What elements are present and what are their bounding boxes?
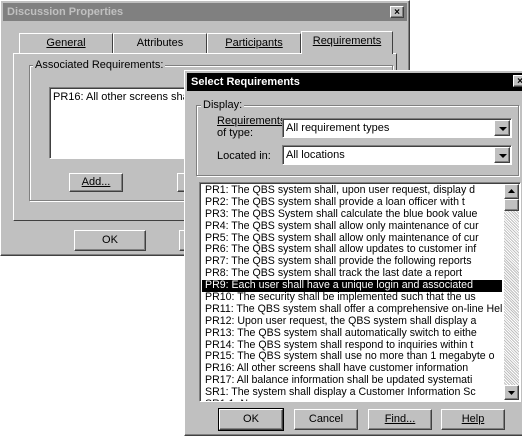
- add-button-label: Add...: [81, 176, 111, 188]
- ok-button-label: OK: [243, 413, 259, 425]
- requirement-list-item[interactable]: PR16: All other screens shall have custo…: [202, 363, 502, 375]
- requirement-type-select[interactable]: All requirement types: [282, 118, 512, 138]
- help-button[interactable]: Help: [441, 409, 505, 430]
- cancel-button-label: Cancel: [308, 413, 344, 425]
- tab-participants-label: Participants: [225, 37, 283, 49]
- help-button-label: Help: [461, 413, 485, 425]
- scroll-down-button[interactable]: [504, 385, 519, 400]
- tab-participants[interactable]: Participants: [207, 33, 301, 53]
- tab-general[interactable]: General: [19, 33, 113, 53]
- located-in-value: All locations: [286, 149, 345, 161]
- requirement-list-item[interactable]: PR12: Upon user request, the QBS system …: [202, 316, 502, 328]
- tab-general-label: General: [46, 37, 86, 49]
- located-in-label: Located in:: [217, 150, 271, 162]
- requirement-list-item[interactable]: SR1.1: Name: [202, 399, 502, 401]
- requirement-type-label: Requirements of type:: [217, 115, 285, 139]
- requirement-list-item[interactable]: PR8: The QBS system shall track the last…: [202, 268, 502, 280]
- located-in-select[interactable]: All locations: [282, 145, 512, 165]
- requirement-list-item[interactable]: PR14: The QBS system shall respond to in…: [202, 340, 502, 352]
- requirement-list-item[interactable]: PR9: Each user shall have a unique login…: [202, 280, 502, 293]
- chevron-down-icon[interactable]: [494, 120, 510, 136]
- chevron-down-icon[interactable]: [494, 147, 510, 163]
- scroll-thumb[interactable]: [504, 199, 519, 211]
- requirements-list-rows: PR1: The QBS system shall, upon user req…: [202, 185, 502, 401]
- requirement-list-item[interactable]: PR2: The QBS system shall provide a loan…: [202, 197, 502, 209]
- vertical-scrollbar[interactable]: [504, 184, 519, 400]
- ok-button[interactable]: OK: [74, 230, 146, 251]
- requirements-list[interactable]: PR1: The QBS system shall, upon user req…: [199, 182, 521, 402]
- select-requirements-titlebar: Select Requirements: [187, 73, 522, 91]
- close-icon: ×: [517, 76, 522, 87]
- requirement-list-item[interactable]: PR11: The QBS system shall offer a compr…: [202, 304, 502, 316]
- requirement-list-item[interactable]: PR10: The security shall be implemented …: [202, 292, 502, 304]
- requirement-type-value: All requirement types: [286, 122, 390, 134]
- requirement-list-item[interactable]: PR3: The QBS System shall calculate the …: [202, 209, 502, 221]
- requirement-type-label-line1: Requirements: [217, 115, 286, 127]
- close-icon: ×: [394, 7, 400, 18]
- requirement-list-item[interactable]: PR6: The QBS system shall allow updates …: [202, 244, 502, 256]
- tab-attributes[interactable]: Attributes: [113, 33, 207, 53]
- requirement-type-label-line2: of type:: [217, 127, 254, 139]
- discussion-properties-titlebar: Discussion Properties: [3, 3, 407, 21]
- tab-requirements-label: Requirements: [312, 35, 382, 47]
- tab-attributes-label: Attributes: [136, 37, 184, 49]
- discussion-properties-title: Discussion Properties: [7, 6, 124, 18]
- requirement-list-item[interactable]: PR7: The QBS system shall provide the fo…: [202, 256, 502, 268]
- find-button-label: Find...: [384, 413, 416, 425]
- cancel-button[interactable]: Cancel: [294, 409, 358, 430]
- select-requirements-title: Select Requirements: [191, 76, 300, 88]
- add-button[interactable]: Add...: [69, 173, 123, 192]
- select-close-button[interactable]: ×: [513, 75, 522, 87]
- find-button[interactable]: Find...: [368, 409, 432, 430]
- display-group-label: Display:: [201, 99, 245, 111]
- arrow-down-icon: [508, 391, 515, 395]
- discussion-close-button[interactable]: ×: [390, 6, 404, 18]
- scroll-up-button[interactable]: [504, 184, 519, 199]
- associated-requirements-label: Associated Requirements:: [33, 59, 166, 71]
- requirement-list-item[interactable]: SR1: The system shall display a Customer…: [202, 387, 502, 399]
- requirement-list-item[interactable]: PR1: The QBS system shall, upon user req…: [202, 185, 502, 197]
- tab-requirements[interactable]: Requirements: [301, 31, 393, 54]
- requirement-list-item[interactable]: PR15: The QBS system shall use no more t…: [202, 351, 502, 363]
- select-requirements-dialog: Select Requirements × Display: Requireme…: [184, 70, 522, 436]
- ok-button-label: OK: [102, 234, 118, 246]
- arrow-up-icon: [508, 189, 515, 193]
- requirement-list-item[interactable]: PR5: The QBS system shall allow only mai…: [202, 233, 502, 245]
- requirement-list-item[interactable]: PR17: All balance information shall be u…: [202, 375, 502, 387]
- requirement-list-item[interactable]: PR13: The QBS system shall automatically…: [202, 328, 502, 340]
- requirement-list-item[interactable]: PR4: The QBS system shall allow only mai…: [202, 221, 502, 233]
- ok-button[interactable]: OK: [218, 408, 284, 431]
